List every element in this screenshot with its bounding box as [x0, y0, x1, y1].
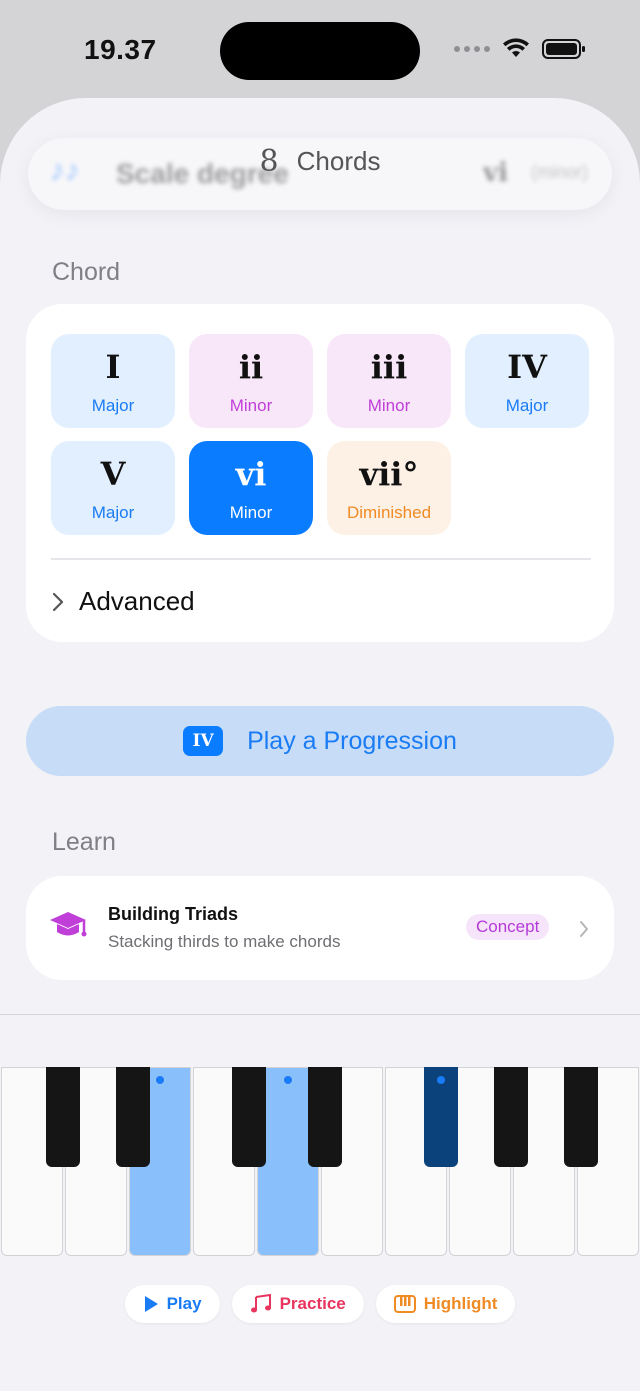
chord-quality: Major — [505, 396, 549, 415]
status-icons — [454, 38, 586, 60]
piano-keys-icon — [393, 1295, 416, 1313]
learn-item[interactable]: Building Triads Stacking thirds to make … — [26, 876, 614, 980]
chord-quality: Minor — [229, 503, 273, 522]
play-icon — [144, 1296, 158, 1312]
graduation-cap-icon — [48, 908, 88, 949]
chord-quality: Major — [91, 396, 135, 415]
advanced-label: Advanced — [79, 586, 195, 616]
black-key[interactable] — [46, 1067, 80, 1167]
wifi-icon — [502, 38, 530, 60]
chord-stack-icon: 8 — [259, 144, 279, 179]
chord-quality: Minor — [229, 396, 273, 415]
note-marker-dot — [437, 1076, 445, 1084]
chord-numeral: iii — [370, 348, 408, 386]
chord-numeral: ii — [238, 348, 264, 386]
chord-quality: Major — [91, 503, 135, 522]
note-marker-dot — [284, 1076, 292, 1084]
battery-icon — [542, 38, 586, 60]
chord-button-iii[interactable]: iii Minor — [327, 334, 451, 428]
practice-button[interactable]: Practice — [231, 1285, 364, 1323]
play-progression-label: Play a Progression — [247, 726, 457, 755]
chord-button-vii-dim[interactable]: vii° Diminished — [327, 441, 451, 535]
chord-button-I[interactable]: I Major — [51, 334, 175, 428]
black-key[interactable] — [494, 1067, 528, 1167]
piano-actions: Play Practice Highlight — [0, 1285, 640, 1323]
dynamic-island — [220, 22, 420, 80]
chord-button-IV[interactable]: IV Major — [465, 334, 589, 428]
play-label: Play — [166, 1294, 202, 1313]
chord-numeral: vii° — [359, 455, 419, 493]
learn-item-title: Building Triads — [108, 904, 239, 924]
note-marker-dot — [156, 1076, 164, 1084]
cellular-signal-icon — [454, 46, 490, 52]
status-time: 19.37 — [84, 34, 157, 65]
highlight-button[interactable]: Highlight — [375, 1285, 516, 1323]
black-key[interactable] — [308, 1067, 342, 1167]
chord-card: I Major ii Minor iii Minor IV Major V Ma… — [26, 304, 614, 642]
highlight-label: Highlight — [423, 1294, 498, 1313]
chords-sheet: ♪♪ Scale degree vi (minor) 8 Chords Chor… — [0, 98, 640, 1391]
chord-button-V[interactable]: V Major — [51, 441, 175, 535]
concept-badge: Concept — [466, 914, 550, 940]
page-title: Chords — [296, 146, 381, 176]
progression-badge-icon: IV — [183, 726, 224, 756]
piano-panel: Play Practice Highlight — [0, 1014, 640, 1391]
black-key[interactable] — [232, 1067, 266, 1167]
chord-numeral: vi — [235, 455, 267, 493]
chord-numeral: V — [100, 455, 126, 493]
chevron-right-icon — [52, 592, 64, 611]
chord-section-label: Chord — [52, 258, 121, 286]
status-bar: 19.37 — [0, 0, 640, 100]
chevron-right-icon — [580, 921, 588, 937]
play-progression-button[interactable]: IV Play a Progression — [26, 706, 614, 776]
music-notes-icon — [250, 1294, 271, 1313]
black-key[interactable] — [564, 1067, 598, 1167]
sheet-header: ♪♪ Scale degree vi (minor) 8 Chords — [0, 98, 640, 218]
piano-keyboard — [0, 1067, 640, 1257]
advanced-disclosure[interactable]: Advanced — [51, 586, 195, 617]
divider — [51, 558, 591, 560]
learn-item-subtitle: Stacking thirds to make chords — [108, 932, 341, 951]
practice-label: Practice — [279, 1294, 346, 1313]
chord-button-vi[interactable]: vi Minor — [189, 441, 313, 535]
chord-numeral: IV — [507, 348, 547, 386]
learn-section-label: Learn — [52, 828, 116, 856]
play-button[interactable]: Play — [124, 1285, 220, 1323]
chord-quality: Minor — [367, 396, 411, 415]
chord-quality: Diminished — [346, 503, 432, 522]
sheet-title: 8 Chords — [0, 144, 640, 179]
chord-numeral: I — [105, 348, 121, 386]
black-key[interactable] — [116, 1067, 150, 1167]
chord-button-ii[interactable]: ii Minor — [189, 334, 313, 428]
